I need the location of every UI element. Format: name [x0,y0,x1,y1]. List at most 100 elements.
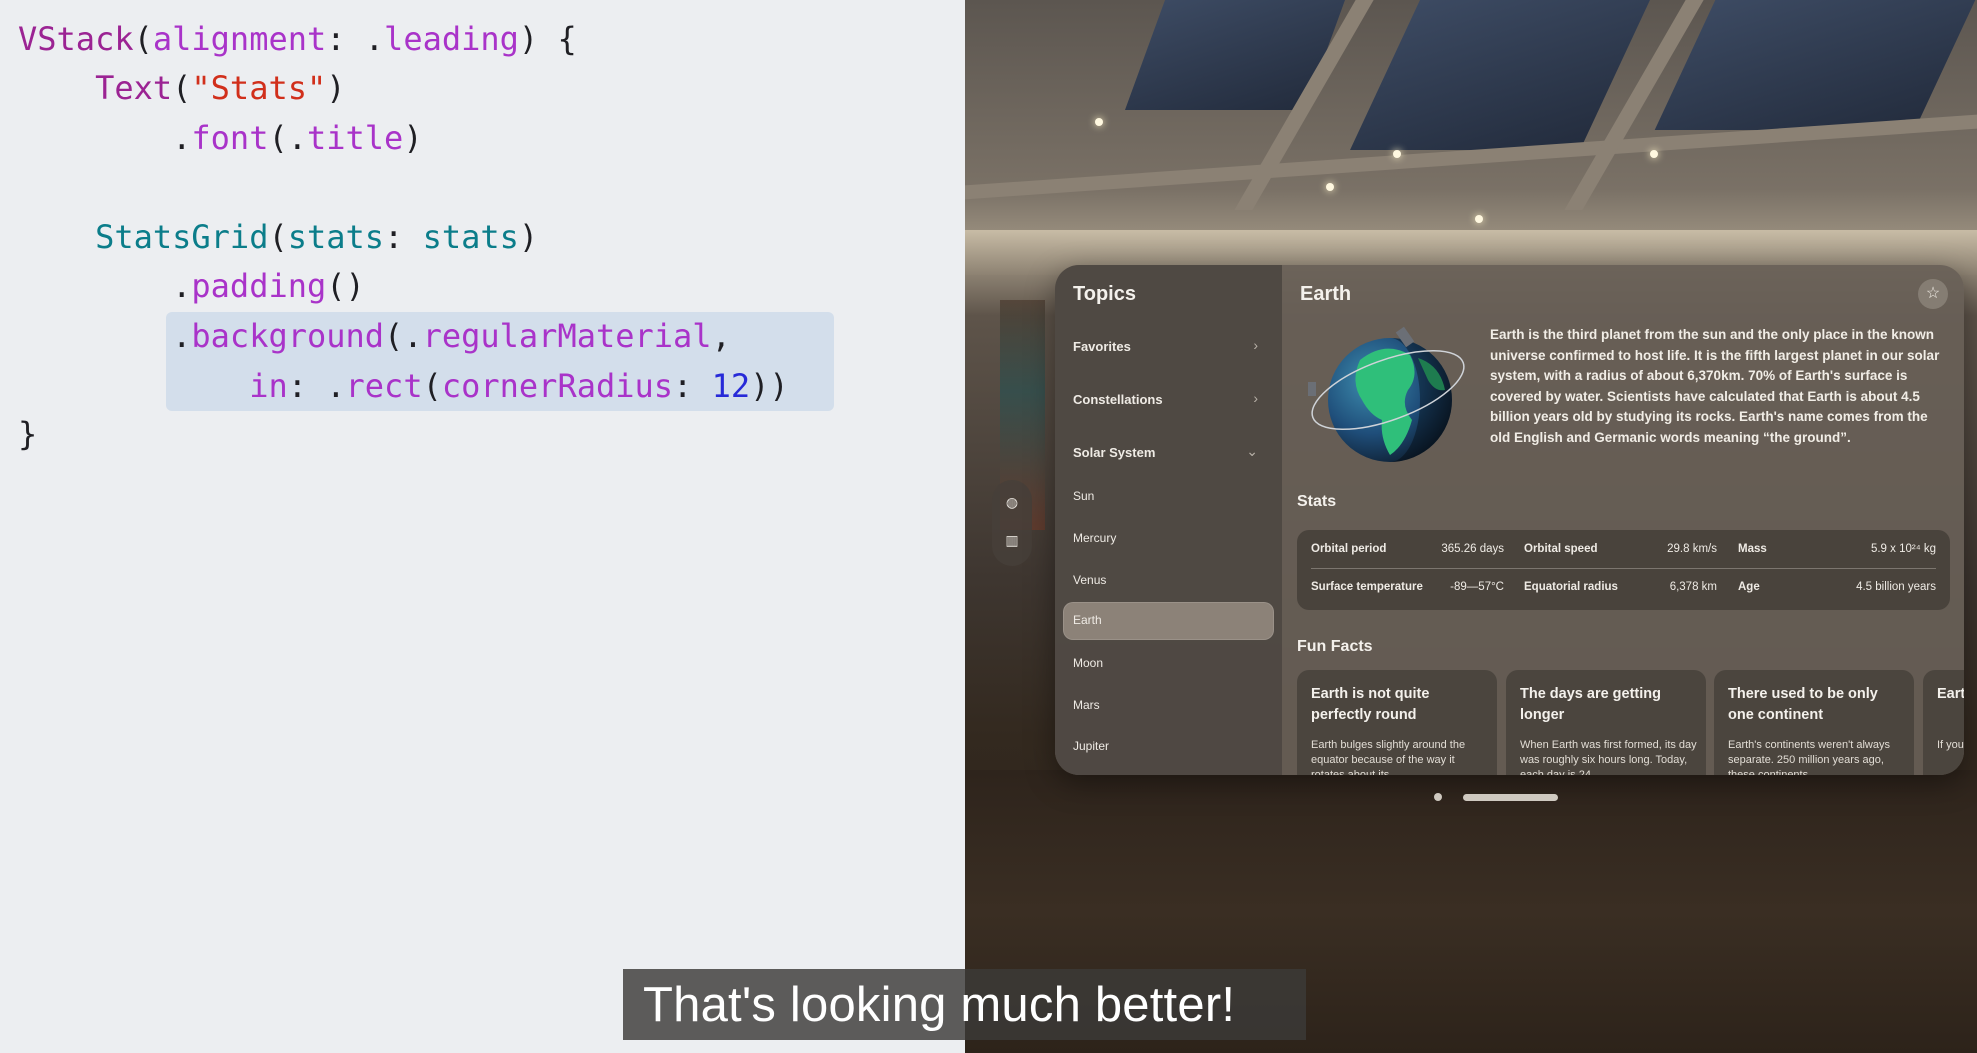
code-token: : [384,218,423,256]
planet-description: Earth is the third planet from the sun a… [1490,327,1940,445]
code-token: font [191,119,269,157]
code-token: regularMaterial [422,317,712,355]
sidebar-item-label: Venus [1073,573,1107,587]
sidebar-item-solar-system[interactable]: Solar System ⌄ [1063,434,1274,472]
code-token: ) { [518,20,577,58]
stat-value: 365.26 days [1441,543,1504,555]
code-line-1: VStack(alignment: .leading) { [18,19,577,59]
code-token: (. [384,317,423,355]
code-token: . [172,267,192,305]
stat-value: 6,378 km [1669,581,1717,593]
code-token: : . [287,367,346,405]
fun-fact-card[interactable]: The days are getting longer When Earth w… [1506,670,1706,775]
sidebar-item-mars[interactable]: Mars [1063,687,1274,725]
code-token: background [191,317,385,355]
chevron-right-icon: › [1253,390,1258,406]
sidebar-item-label: Constellations [1073,392,1163,407]
code-editor: VStack(alignment: .leading) { Text("Stat… [0,0,965,1053]
sidebar-item-label: Earth [1073,613,1102,627]
stat-value: -89—57°C [1450,581,1504,593]
sidebar-item-constellations[interactable]: Constellations › [1063,381,1274,419]
detail-view: Earth ☆ Earth is the third planet from t… [1282,265,1964,775]
stat-label: Equatorial radius [1524,581,1618,593]
sidebar-title: Topics [1073,283,1136,305]
code-token: : . [326,20,385,58]
sidebar-item-favorites[interactable]: Favorites › [1063,328,1274,366]
code-token: ( [133,20,153,58]
sidebar-item-jupiter[interactable]: Jupiter [1063,728,1274,766]
stat-label: Orbital period [1311,543,1387,555]
code-token: ) [326,69,346,107]
code-token: ) [403,119,423,157]
star-icon: ☆ [1925,285,1941,302]
code-token: )) [750,367,789,405]
code-token: Text [95,69,173,107]
code-token: StatsGrid [95,218,269,256]
stats-title: Stats [1297,493,1337,510]
code-line-7: in: .rect(cornerRadius: 12)) [18,366,789,406]
code-token: ( [268,218,288,256]
stat-value: 5.9 x 10²⁴ kg [1870,543,1936,555]
earth-image [1308,326,1465,462]
book-icon[interactable]: ▥ [1002,530,1022,550]
stat-label: Age [1738,581,1760,593]
sidebar-item-label: Mercury [1073,531,1117,545]
code-token: VStack [18,20,134,58]
stat-label: Surface temperature [1311,581,1423,593]
sidebar-item-mercury[interactable]: Mercury [1063,520,1274,558]
code-token: ) [518,218,539,256]
skylight [1654,0,1976,130]
page-title: Earth [1300,283,1352,305]
fun-fact-title: There used to be only one continent [1728,686,1878,723]
stat-label: Orbital speed [1524,543,1598,555]
code-token: padding [191,267,327,305]
skylight [1350,0,1650,150]
code-token: "Stats" [191,69,327,107]
code-token: stats [287,218,385,256]
fun-facts-title: Fun Facts [1297,638,1373,655]
sidebar-item-sun[interactable]: Sun [1063,478,1274,516]
fun-fact-card[interactable]: Earth is 1 If you whe fa [1923,670,1964,775]
fun-fact-body: Earth bulges slightly around the equator… [1311,739,1466,775]
sidebar-item-moon[interactable]: Moon [1063,645,1274,683]
fun-fact-body: Earth's continents weren't always separa… [1728,739,1890,775]
fun-fact-body: If you whe fa [1937,739,1964,751]
sidebar-item-label: Favorites [1073,339,1131,354]
code-token: stats [422,218,519,256]
stats-row: Orbital period 365.26 days Orbital speed… [1311,532,1936,569]
code-token: () [326,267,365,305]
sidebar-item-earth[interactable]: Earth [1063,602,1274,640]
code-token: ( [172,69,192,107]
code-token: title [306,119,404,157]
sidebar-item-label: Mars [1073,698,1100,712]
fun-fact-card[interactable]: Earth is not quite perfectly round Earth… [1297,670,1497,775]
ornament-tab-bar: ◍ ▥ [992,480,1032,566]
stat-label: Mass [1738,543,1767,555]
code-line-6: .background(.regularMaterial, [18,316,731,356]
code-line-8: } [18,414,37,454]
subtitle-caption: That's looking much better! [623,969,1306,1040]
ceiling-light [1326,183,1334,191]
ceiling-light [1393,150,1401,158]
sidebar-item-venus[interactable]: Venus [1063,562,1274,600]
fun-fact-card[interactable]: There used to be only one continent Eart… [1714,670,1914,775]
code-token: ( [422,367,442,405]
code-line-5: .padding() [18,266,365,306]
code-token: . [172,317,192,355]
globe-icon[interactable]: ◍ [1002,492,1022,512]
sidebar-item-label: Sun [1073,489,1095,503]
code-token: in [249,367,288,405]
stat-value: 29.8 km/s [1667,543,1717,555]
fun-fact-title: Earth is 1 [1937,686,1964,702]
code-token: alignment [152,20,327,58]
window-close-dot[interactable] [1434,793,1442,801]
code-line-4: StatsGrid(stats: stats) [18,217,538,257]
code-token: : [673,367,712,405]
caption-text: That's looking much better! [643,978,1236,1032]
stat-value: 4.5 billion years [1856,581,1936,593]
window-grab-bar[interactable] [1463,794,1558,801]
favorite-button[interactable]: ☆ [1918,279,1948,309]
code-token: . [172,119,192,157]
sidebar-item-label: Solar System [1073,445,1156,460]
code-token: , [711,317,731,355]
